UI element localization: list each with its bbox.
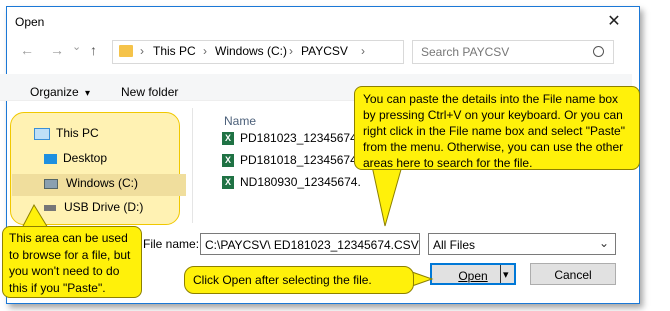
- paste-callout-pointer: [371, 165, 403, 227]
- browse-tip-callout: This area can be used to browse for a fi…: [2, 226, 142, 298]
- open-callout-pointer: [411, 271, 434, 287]
- paste-tip-callout: You can paste the details into the File …: [354, 86, 640, 170]
- open-tip-callout: Click Open after selecting the file.: [184, 266, 414, 294]
- browse-callout-pointer: [21, 203, 49, 229]
